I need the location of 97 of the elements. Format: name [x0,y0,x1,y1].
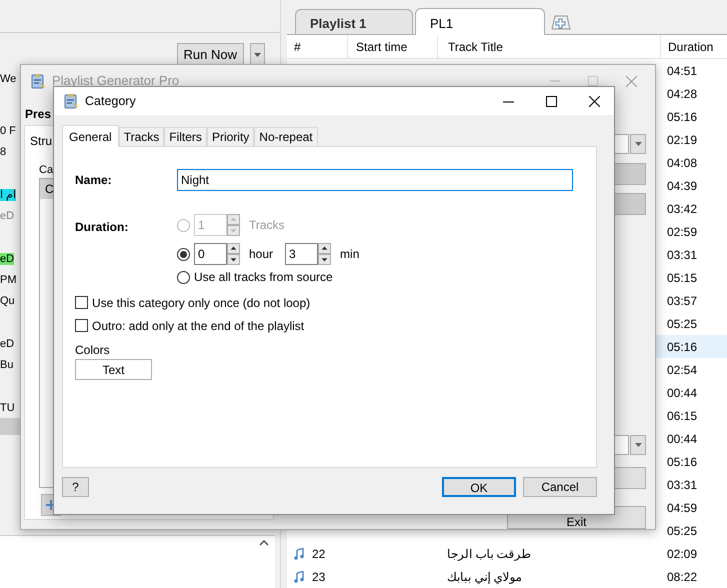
spin-up-icon[interactable] [318,243,332,254]
list-text: 0 F [0,125,16,137]
spin-down-icon[interactable] [318,254,332,265]
track-duration: 02:59 [667,224,698,238]
list-text: PM [0,274,16,286]
checkbox[interactable] [75,296,88,309]
column-header[interactable]: # [294,38,301,56]
spin-up-icon[interactable] [227,243,240,254]
track-duration: 05:16 [667,110,698,124]
track-duration: 02:54 [667,362,698,376]
window-title: Playlist Generator Pro [52,72,180,90]
number-field[interactable]: 3 [285,243,318,265]
list-text: ام ا [0,188,16,201]
list-text: eD [0,338,14,350]
track-duration: 05:25 [667,524,698,538]
dropdown-button[interactable] [630,435,646,455]
music-note-icon [294,570,304,582]
dialog-button[interactable]: Cancel [523,477,597,497]
track-duration: 03:42 [667,202,698,216]
column-header[interactable]: Start time [356,40,408,54]
track-title: مولاي إني ببابك [447,570,522,584]
option-label: Use all tracks from source [194,269,333,286]
track-duration: 00:44 [667,432,698,446]
radio-button[interactable] [177,270,190,284]
track-duration: 04:39 [667,178,698,192]
section-label: Colors [75,342,111,359]
track-duration: 05:25 [667,316,698,330]
dialog-tab[interactable]: General [62,125,119,147]
add-tab-icon[interactable] [551,15,571,30]
dialog-tab[interactable]: Filters [164,127,207,146]
run-now-button[interactable]: Run Now [176,43,244,66]
list-text: eD [0,210,14,222]
close-icon[interactable] [589,96,600,106]
scroll-up-icon[interactable] [259,540,269,546]
playlist-tab[interactable]: Playlist 1 [295,9,413,34]
status-bar [0,418,20,435]
radio-button[interactable] [177,248,190,260]
dropdown-button[interactable] [250,43,265,66]
track-duration: 02:19 [667,132,698,146]
list-text: eD [0,252,14,265]
dropdown-button[interactable] [630,134,646,154]
plus-icon [46,500,56,510]
help-button[interactable]: ? [62,477,89,497]
track-duration: 03:31 [667,478,698,492]
track-duration: 05:16 [667,340,698,354]
maximize-icon[interactable] [546,96,557,106]
checkbox-label: Outro: add only at the end of the playlist [92,318,304,334]
section-label: Pres [25,106,52,123]
field-label: Duration: [75,219,130,236]
unit-label: Tracks [249,217,285,234]
unit-label: hour [249,246,274,263]
track-duration: 06:15 [667,408,698,422]
playlist-tab[interactable]: PL1 [415,8,545,35]
track-duration: 03:57 [667,294,698,308]
list-text: Qu [0,295,15,308]
caret-icon [634,142,642,146]
dialog-title: Category [85,92,136,110]
field-label: Name: [75,172,113,189]
track-duration: 05:16 [667,454,698,468]
dialog-tab[interactable]: Priority [206,127,254,146]
number-field[interactable]: 0 [194,243,227,265]
unit-label: min [340,246,360,263]
track-duration: 02:09 [667,546,698,560]
track-number: 23 [312,568,326,586]
color-button[interactable]: Text [75,359,152,380]
spin-down-icon [227,225,240,236]
caret-icon [634,443,642,447]
structure-tab[interactable]: Stru [30,132,52,150]
caret-icon [254,52,261,56]
dialog-button[interactable]: OK [442,477,516,497]
column-header[interactable]: Track Title [448,40,503,54]
track-duration: 05:15 [667,270,698,284]
track-title: طرقت باب الرجا [447,546,532,560]
spin-up-icon [227,214,240,225]
field-label: Ca [39,163,54,178]
dialog-tab[interactable]: Tracks [118,127,164,146]
list-text: We [0,72,16,87]
app-icon [63,93,79,109]
track-duration: 04:59 [667,500,698,514]
track-duration: 03:31 [667,248,698,262]
column-header[interactable]: Duration [668,40,714,54]
track-duration: 00:44 [667,386,698,400]
list-text: TU [0,402,15,414]
dialog-tab[interactable]: No-repeat [254,127,318,146]
name-field[interactable]: Night [177,169,573,191]
checkbox-label: Use this category only once (do not loop) [92,294,310,312]
track-duration: 04:51 [667,64,698,78]
list-text: 8 [0,146,6,158]
track-duration: 04:08 [667,156,698,170]
track-duration: 08:22 [667,570,698,584]
checkbox[interactable] [75,319,88,332]
track-duration: 04:28 [667,86,698,100]
spin-down-icon[interactable] [227,254,240,265]
music-note-icon [294,548,304,560]
track-number: 22 [312,546,326,562]
app-icon [30,73,46,89]
list-text: Bu [0,359,14,372]
